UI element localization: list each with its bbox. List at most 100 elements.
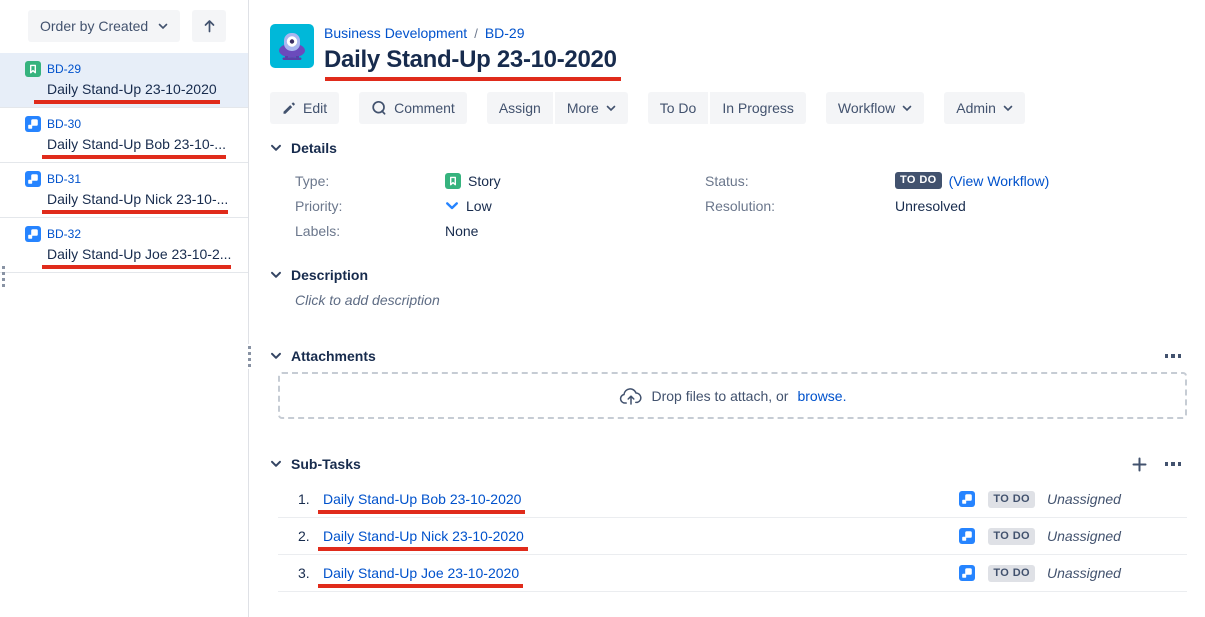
workflow-label: Workflow [838, 100, 895, 116]
subtask-icon [959, 491, 975, 507]
details-heading: Details [291, 140, 337, 156]
subtask-icon [25, 116, 41, 132]
subtask-link[interactable]: Daily Stand-Up Joe 23-10-2020 [323, 565, 519, 581]
breadcrumb-separator: / [467, 25, 485, 42]
issue-toolbar: Edit Comment Assign More To Do In Progre… [270, 92, 1187, 124]
priority-field: Priority: Low [295, 193, 705, 218]
issue-key: BD-32 [47, 227, 81, 241]
pencil-icon [282, 101, 296, 115]
collapse-chevron-icon[interactable] [270, 460, 282, 468]
breadcrumb-project-link[interactable]: Business Development [324, 25, 467, 42]
chevron-down-icon [902, 105, 912, 112]
chevron-down-icon [1003, 105, 1013, 112]
subtask-link[interactable]: Daily Stand-Up Nick 23-10-2020 [323, 528, 524, 544]
sort-direction-button[interactable] [192, 10, 226, 42]
subtask-row: 3. Daily Stand-Up Joe 23-10-2020 TO DO U… [278, 555, 1187, 592]
annotation-underline [318, 584, 523, 588]
attachments-heading: Attachments [291, 348, 376, 364]
subtask-list: 1. Daily Stand-Up Bob 23-10-2020 TO DO U… [278, 481, 1187, 592]
comment-button[interactable]: Comment [359, 92, 467, 124]
collapse-chevron-icon[interactable] [270, 352, 282, 360]
details-section: Details Type: Story Priority: Low [270, 140, 1187, 243]
subtask-row: 2. Daily Stand-Up Nick 23-10-2020 TO DO … [278, 518, 1187, 555]
annotation-underline [318, 510, 525, 514]
comment-icon [371, 100, 387, 116]
subtask-row: 1. Daily Stand-Up Bob 23-10-2020 TO DO U… [278, 481, 1187, 518]
priority-label: Priority: [295, 198, 445, 214]
collapse-chevron-icon[interactable] [270, 144, 282, 152]
admin-menu-button[interactable]: Admin [944, 92, 1025, 124]
breadcrumb: Business Development / BD-29 [324, 25, 617, 42]
subtask-number: 1. [298, 491, 323, 507]
issue-list-item-bd29[interactable]: BD-29 Daily Stand-Up 23-10-2020 [0, 53, 248, 108]
labels-label: Labels: [295, 223, 445, 239]
issue-key: BD-29 [47, 62, 81, 76]
subtask-icon [959, 528, 975, 544]
assign-button[interactable]: Assign [487, 92, 553, 124]
in-progress-transition-button[interactable]: In Progress [708, 92, 806, 124]
sidebar-drag-handle[interactable] [2, 266, 5, 287]
subtask-number: 3. [298, 565, 323, 581]
subtask-status-badge: TO DO [988, 565, 1035, 582]
attachments-section: Attachments Drop files to attach, or bro… [270, 348, 1187, 419]
issue-summary: Daily Stand-Up Nick 23-10-... [47, 191, 228, 207]
issue-key: BD-31 [47, 172, 81, 186]
annotation-underline [42, 210, 228, 214]
resolution-label: Resolution: [705, 198, 895, 214]
arrow-up-icon [203, 19, 216, 33]
annotation-underline [34, 100, 220, 104]
more-menu-button[interactable]: More [553, 92, 628, 124]
status-label: Status: [705, 173, 895, 189]
todo-transition-button[interactable]: To Do [648, 92, 709, 124]
status-badge: TO DO [895, 172, 942, 189]
panel-resize-handle[interactable] [246, 344, 253, 369]
sidebar-controls: Order by Created [0, 0, 248, 53]
issue-list-item-bd30[interactable]: BD-30 Daily Stand-Up Bob 23-10-... [0, 108, 248, 163]
subtasks-heading: Sub-Tasks [291, 456, 361, 472]
header-text: Business Development / BD-29 Daily Stand… [324, 24, 617, 75]
subtask-assignee: Unassigned [1047, 528, 1125, 544]
subtask-status-badge: TO DO [988, 491, 1035, 508]
annotation-underline [318, 547, 528, 551]
issue-summary: Daily Stand-Up Bob 23-10-... [47, 136, 226, 152]
transition-button-group: To Do In Progress [648, 92, 806, 124]
subtasks-more-icon[interactable] [1165, 462, 1182, 466]
order-by-dropdown[interactable]: Order by Created [28, 10, 180, 42]
type-field: Type: Story [295, 168, 705, 193]
breadcrumb-issue-link[interactable]: BD-29 [485, 25, 525, 42]
assign-label: Assign [499, 100, 541, 116]
assign-button-group: Assign More [487, 92, 628, 124]
subtask-icon [25, 226, 41, 242]
issue-summary: Daily Stand-Up 23-10-2020 [47, 81, 217, 97]
issue-list-item-bd32[interactable]: BD-32 Daily Stand-Up Joe 23-10-2... [0, 218, 248, 273]
add-subtask-icon[interactable] [1132, 457, 1147, 472]
in-progress-label: In Progress [722, 100, 794, 116]
labels-value: None [445, 223, 478, 239]
workflow-menu-button[interactable]: Workflow [826, 92, 924, 124]
annotation-underline [42, 265, 231, 269]
collapse-chevron-icon[interactable] [270, 271, 282, 279]
story-icon [445, 173, 461, 189]
browse-link[interactable]: browse. [797, 388, 846, 404]
type-label: Type: [295, 173, 445, 189]
subtask-assignee: Unassigned [1047, 565, 1125, 581]
issue-key: BD-30 [47, 117, 81, 131]
edit-button[interactable]: Edit [270, 92, 339, 124]
priority-value: Low [466, 198, 492, 214]
details-right-column: Status: TO DO (View Workflow) Resolution… [705, 168, 1187, 243]
chevron-down-icon [606, 105, 616, 112]
details-left-column: Type: Story Priority: Low Labels: None [295, 168, 705, 243]
attachments-more-icon[interactable] [1165, 354, 1182, 358]
annotation-underline [42, 155, 226, 159]
subtask-link[interactable]: Daily Stand-Up Bob 23-10-2020 [323, 491, 521, 507]
priority-low-icon [445, 201, 459, 211]
issue-list-item-bd31[interactable]: BD-31 Daily Stand-Up Nick 23-10-... [0, 163, 248, 218]
labels-field: Labels: None [295, 218, 705, 243]
subtask-status-badge: TO DO [988, 528, 1035, 545]
subtask-icon [959, 565, 975, 581]
todo-label: To Do [660, 100, 697, 116]
attachment-dropzone[interactable]: Drop files to attach, or browse. [278, 372, 1187, 419]
view-workflow-link[interactable]: (View Workflow) [949, 173, 1050, 189]
resolution-field: Resolution: Unresolved [705, 193, 1187, 218]
description-placeholder[interactable]: Click to add description [295, 292, 440, 308]
